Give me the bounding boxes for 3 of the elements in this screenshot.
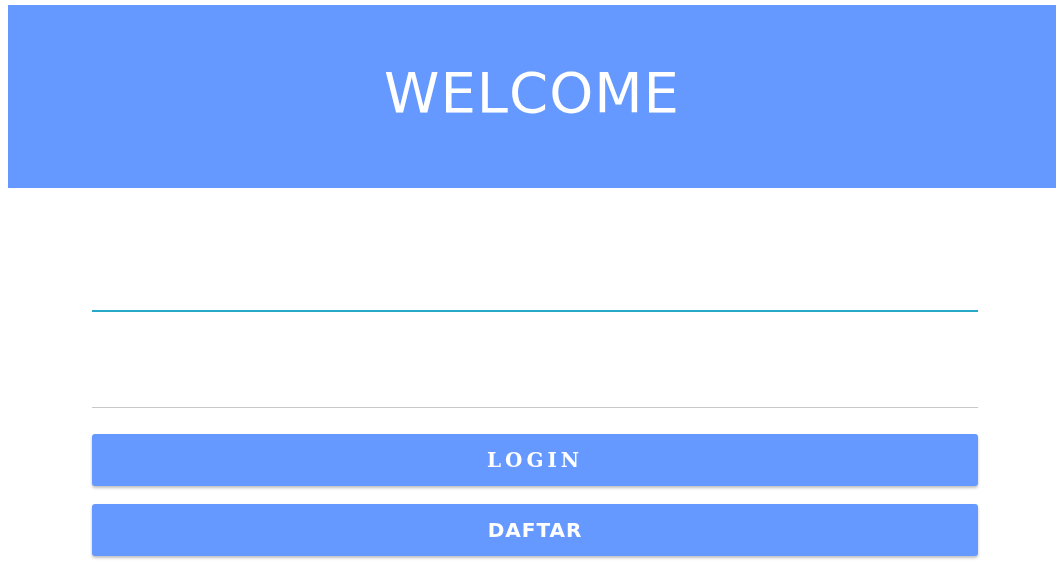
login-button[interactable]: LOGIN (92, 434, 978, 486)
register-button[interactable]: DAFTAR (92, 504, 978, 556)
welcome-title: WELCOME (384, 60, 680, 125)
